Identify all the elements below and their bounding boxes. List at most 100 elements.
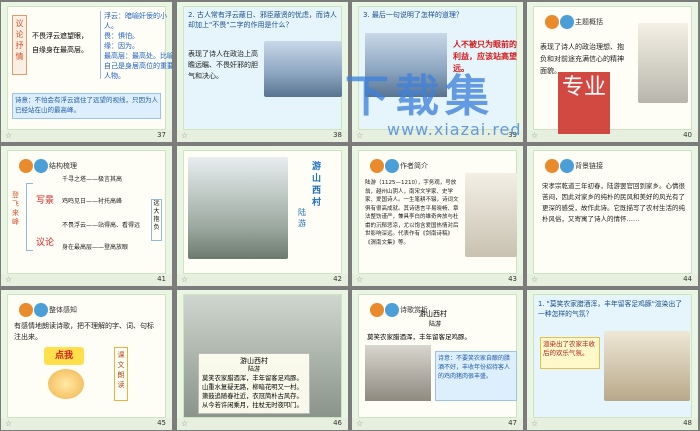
task-bullet: 有感情地朗读诗歌，把不理解的字、词、句标注出来。: [14, 322, 154, 341]
poem-lines: 不畏浮云遮望眼， 自缘身在最高层。: [32, 29, 94, 57]
slide-number: 48: [683, 419, 692, 427]
star-icon: ☆: [356, 131, 364, 140]
slide-footer: ☆ 38: [177, 130, 348, 142]
structure-line: 身在最高层——登高放眼: [62, 244, 129, 251]
question-text: 2. 古人常有浮云蔽日、邪臣蔽贤的忧虑，而诗人却加上"不畏"二字的作用是什么？: [188, 11, 337, 29]
slide-42[interactable]: 游山西村 陆游 ☆ 42: [177, 146, 348, 286]
tag-dot: [19, 159, 33, 173]
tag-dot: [34, 159, 48, 173]
slide-content: 作者简介 陆游（1125—1210），字务观，号放翁，越州山阴人，南宋文学家、史…: [358, 150, 517, 274]
branch-argue: 议论: [36, 238, 55, 248]
slide-footer: ☆ 41: [1, 274, 172, 286]
author-portrait-image: [465, 173, 517, 257]
poem-author: 陆游: [429, 321, 442, 328]
slide-thumbnail-grid: 议论抒情 不畏浮云遮望眼， 自缘身在最高层。 浮云：暗喻奸佞的小人。 畏：惧怕。…: [1, 2, 699, 430]
section-tag: 主题概括: [542, 15, 607, 29]
poem-line: 莫笑农家腊酒浑，丰年留客足鸡豚。: [367, 333, 471, 341]
tag-dot: [34, 303, 48, 317]
feast-painting-image: [604, 331, 690, 401]
village-painting-image: [188, 157, 288, 259]
structure-lines: 千寻之塔——极言其高 鸡鸣见日——衬托高峰 不畏浮云——站得高、看得远 身在最高…: [62, 173, 154, 253]
slide-43[interactable]: 作者简介 陆游（1125—1210），字务观，号放翁，越州山阴人，南宋文学家、史…: [352, 146, 523, 286]
slide-content: 2. 古人常有浮云蔽日、邪臣蔽贤的忧虑，而诗人却加上"不畏"二字的作用是什么？ …: [183, 6, 342, 130]
poem-line: 山重水复疑无路，柳暗花明又一村。: [202, 384, 303, 391]
slide-footer: ☆ 47: [352, 418, 523, 430]
slide-footer: ☆ 46: [177, 418, 348, 430]
tag-dot: [370, 303, 384, 317]
watermark-seal: 专业: [558, 72, 610, 134]
structure-line: 千寻之塔——极言其高: [62, 176, 123, 183]
slide-content: 游山西村 陆游: [183, 150, 342, 274]
slide-content: 议论抒情 不畏浮云遮望眼， 自缘身在最高层。 浮云：暗喻奸佞的小人。 畏：惧怕。…: [7, 6, 172, 130]
structure-theme: 远大抱负: [151, 199, 162, 241]
slide-number: 43: [508, 275, 517, 283]
watermark-url: www.xiazai.red: [387, 120, 522, 139]
tag-dot: [370, 159, 384, 173]
poem-title: 游山西村: [240, 357, 268, 365]
poem-line: 莫笑农家腊酒浑，丰年留客足鸡豚。: [202, 375, 303, 382]
slide-footer: ☆ 42: [177, 274, 348, 286]
tag-label: 整体感知: [49, 306, 77, 314]
structure-root: 登飞来峰: [12, 191, 19, 226]
question-text: 3. 最后一句说明了怎样的道理？: [363, 11, 463, 19]
star-icon: ☆: [5, 275, 13, 284]
slide-content: 游山西村 陆游 莫笑农家腊酒浑，丰年留客足鸡豚。 山重水复疑无路，柳暗花明又一村…: [183, 294, 342, 418]
poem-title: 游山西村: [312, 162, 322, 208]
slide-46[interactable]: 游山西村 陆游 莫笑农家腊酒浑，丰年留客足鸡豚。 山重水复疑无路，柳暗花明又一村…: [177, 290, 348, 430]
branch-scene: 写景: [36, 196, 55, 206]
tag-dot: [560, 15, 574, 29]
slide-number: 47: [508, 419, 517, 427]
tag-label: 背景链接: [575, 162, 603, 170]
poem-meaning-box: 诗意：不怕会有浮云遮住了远望的视线，只因为人已经站在山的最高峰。: [12, 93, 161, 119]
slide-47[interactable]: 诗歌赏析 游山西村 陆游 莫笑农家腊酒浑，丰年留客足鸡豚。 诗意：不要笑农家自酿…: [352, 290, 523, 430]
poem-line-2: 自缘身在最高层。: [32, 46, 88, 54]
structure-line: 不畏浮云——站得高、看得远: [62, 222, 141, 229]
question-text: 1. "莫笑农家腊酒浑，丰年留客足鸡豚"渲染出了一种怎样的气氛？: [538, 300, 683, 318]
star-icon: ☆: [356, 419, 364, 428]
slide-37[interactable]: 议论抒情 不畏浮云遮望眼， 自缘身在最高层。 浮云：暗喻奸佞的小人。 畏：惧怕。…: [1, 2, 172, 142]
watermark-title: 下载集: [345, 71, 495, 122]
slide-content: 背景链接 宋孝宗乾道三年初春，陆游罢官回到家乡。心情很苦闷，因此对家乡的纯朴的民…: [533, 150, 692, 274]
section-tag: 作者简介: [367, 159, 432, 173]
slide-44[interactable]: 背景链接 宋孝宗乾道三年初春，陆游罢官回到家乡。心情很苦闷，因此对家乡的纯朴的民…: [527, 146, 698, 286]
tag-label: 主题概括: [575, 18, 603, 26]
answer-box: 渲染出了农家丰收后的欢乐气氛。: [540, 337, 600, 369]
slide-content: 诗歌赏析 游山西村 陆游 莫笑农家腊酒浑，丰年留客足鸡豚。 诗意：不要笑农家自酿…: [358, 294, 517, 418]
slide-number: 45: [157, 419, 166, 427]
poem-author: 陆游: [298, 208, 306, 228]
slide-41[interactable]: 结构梳理 登飞来峰 写景 议论 千寻之塔——极言其高 鸡鸣见日——衬托高峰 不畏…: [1, 146, 172, 286]
note: 最高层：最高处。比喻自己是身居高位的重要人物。: [104, 52, 172, 80]
poem-line: 从今若许闲乘月，拄杖无时夜叩门。: [202, 402, 303, 409]
slide-footer: ☆ 44: [527, 274, 698, 286]
click-me-button[interactable]: 点我: [44, 347, 84, 365]
bracket: [26, 183, 33, 251]
star-icon: ☆: [356, 275, 364, 284]
slide-38[interactable]: 2. 古人常有浮云蔽日、邪臣蔽贤的忧虑，而诗人却加上"不畏"二字的作用是什么？ …: [177, 2, 348, 142]
poem-line-1: 不畏浮云遮望眼，: [32, 32, 88, 40]
poem-author: 陆游: [247, 366, 260, 373]
slide-45[interactable]: 整体感知 有感情地朗读诗歌，把不理解的字、词、句标注出来。 点我 课文朗读 ☆ 4…: [1, 290, 172, 430]
author-bio: 陆游（1125—1210），字务观，号放翁，越州山阴人，南宋文学家、史学家、爱国…: [365, 180, 459, 246]
star-icon: ☆: [531, 419, 539, 428]
slide-40[interactable]: 主题概括 表现了诗人的政治理想、抱负和对前途充满信心的精神面貌。 ☆ 40: [527, 2, 698, 142]
slide-label: 议论抒情: [12, 15, 27, 75]
star-icon: ☆: [5, 131, 13, 140]
slide-number: 46: [333, 419, 342, 427]
section-tag: 背景链接: [542, 159, 607, 173]
slide-content: 1. "莫笑农家腊酒浑，丰年留客足鸡豚"渲染出了一种怎样的气氛？ 渲染出了农家丰…: [533, 294, 692, 418]
tag-label: 作者简介: [400, 162, 428, 170]
slide-content: 整体感知 有感情地朗读诗歌，把不理解的字、词、句标注出来。 点我 课文朗读: [7, 294, 166, 418]
section-tag: 整体感知: [16, 303, 81, 317]
tag-dot: [545, 159, 559, 173]
note: 浮云：暗喻奸佞的小人。: [104, 12, 167, 30]
slide-content: 主题概括 表现了诗人的政治理想、抱负和对前途充满信心的精神面貌。: [533, 6, 692, 130]
read-aloud-button[interactable]: 课文朗读: [114, 347, 128, 401]
slide-footer: ☆ 37: [1, 130, 172, 142]
background-text: 宋孝宗乾道三年初春，陆游罢官回到家乡。心情很苦闷，因此对家乡的纯朴的民风和美好的…: [542, 182, 685, 223]
tag-dot: [19, 303, 33, 317]
notes-list: 浮云：暗喻奸佞的小人。 畏：惧怕。 缘：因为。 最高层：最高处。比喻自己是身居高…: [100, 11, 172, 80]
slide-number: 44: [683, 275, 692, 283]
poem-meaning-box: 诗意：不要笑农家自酿的腊酒不好，丰收年份招待客人的鸡肉猪肉很丰盛。: [435, 351, 517, 401]
section-tag: 结构梳理: [16, 159, 81, 173]
slide-48[interactable]: 1. "莫笑农家腊酒浑，丰年留客足鸡豚"渲染出了一种怎样的气氛？ 渲染出了农家丰…: [527, 290, 698, 430]
